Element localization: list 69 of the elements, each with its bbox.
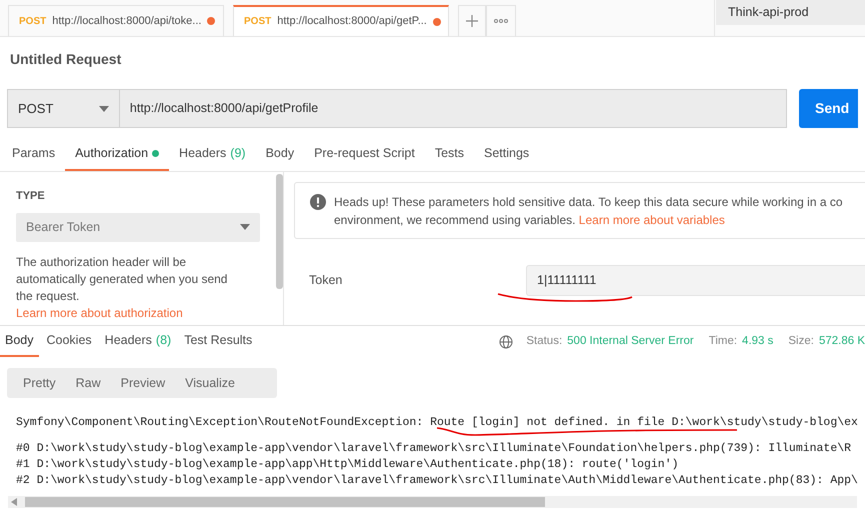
auth-type-select[interactable]: Bearer Token [16, 212, 260, 242]
token-field[interactable]: 1|11111111 [526, 265, 865, 296]
scroll-left-icon[interactable] [11, 498, 17, 506]
tab-count: (8) [156, 332, 172, 350]
request-title: Untitled Request [9, 50, 122, 69]
tab-label: Settings [484, 145, 530, 162]
more-icon [494, 19, 508, 23]
section-tab[interactable]: Tests [424, 138, 474, 171]
tab-count: (9) [230, 145, 246, 162]
method-label: POST [19, 14, 46, 28]
send-button[interactable]: Send [799, 89, 858, 128]
tab-label: Params [12, 145, 56, 162]
view-mode-button[interactable]: Visualize [175, 371, 245, 395]
view-mode-button[interactable]: Preview [110, 371, 176, 395]
time-value: 4.93 s [742, 334, 774, 349]
caret-icon [98, 106, 109, 112]
tab-label: Headers [104, 332, 152, 350]
scrollbar[interactable] [276, 174, 283, 289]
more-tabs-button[interactable] [486, 5, 516, 36]
request-tab[interactable]: POST http://localhost:8000/api/toke... [8, 5, 224, 36]
time-label: Time: [708, 334, 738, 349]
scrollbar-thumb[interactable] [25, 497, 545, 507]
auth-description: The authorization header will be automatically generated when you send the request. Learn more about authorization [16, 254, 228, 322]
environment-select[interactable]: Think-api-prod [716, 0, 865, 25]
output-line: Symfony\Component\Routing\Exception\RouteNotFoundException: Route [login] not defined. in file D:\work\study\study-blog\ex [16, 415, 859, 431]
output-line: #1 D:\work\study\study-blog\example-app\app\Http\Middleware\Authenticate.php(18): route('login') [16, 457, 680, 473]
token-label: Token [309, 272, 344, 290]
section-tab[interactable]: Params [2, 138, 66, 171]
tab-label: Tests [434, 145, 464, 162]
tab-label: Body [266, 145, 294, 162]
output-line: #0 D:\work\study\study-blog\example-app\vendor\laravel\framework\src\Illuminate\Foundation\helpers.php(739): Illuminate\R [16, 441, 852, 457]
tab-label: Body [5, 332, 34, 350]
view-mode-button[interactable]: Raw [66, 371, 111, 395]
output-line: #2 D:\work\study\study-blog\example-app\vendor\laravel\framework\src\Illuminate\Auth\Middleware\Authenticate.php(83): App\ [16, 473, 859, 489]
section-tab[interactable]: Authorization [65, 138, 170, 171]
tab-url: http://localhost:8000/api/toke... [52, 14, 202, 29]
method-value: POST [18, 100, 54, 118]
plus-icon [466, 15, 478, 27]
size-value: 572.86 K [818, 334, 865, 349]
auth-type-value: Bearer Token [26, 218, 100, 236]
url-field[interactable]: http://localhost:8000/api/getProfile [120, 89, 787, 128]
tab-label: Cookies [46, 332, 92, 350]
section-tab[interactable]: Pre-request Script [304, 138, 425, 171]
warning-icon [310, 194, 326, 210]
status-value: 500 Internal Server Error [567, 334, 694, 349]
method-label: POST [244, 15, 272, 29]
caret-icon [240, 224, 250, 230]
section-tab[interactable]: Body [256, 138, 304, 171]
response-tab[interactable]: Cookies [42, 326, 97, 357]
section-tab[interactable]: Headers (9) [169, 138, 256, 171]
tab-label: Pre-request Script [314, 145, 415, 162]
tab-label: Headers [179, 145, 226, 162]
response-tab[interactable]: Headers (8) [100, 326, 176, 357]
notice-text: Heads up! These parameters hold sensitive data. To keep this data secure while working in a co environment, we recommend using variables. Learn more about variables [334, 194, 844, 229]
view-mode-button[interactable]: Pretty [13, 371, 66, 395]
new-tab-button[interactable] [458, 5, 486, 36]
horizontal-scrollbar[interactable] [8, 496, 857, 508]
response-tab[interactable]: Body [0, 326, 38, 357]
tab-label: Authorization [75, 145, 148, 162]
section-tab[interactable]: Settings [474, 138, 540, 171]
globe-icon[interactable] [499, 334, 514, 348]
request-tab[interactable]: POST http://localhost:8000/api/getP... [233, 5, 449, 36]
response-tab[interactable]: Test Results [179, 326, 258, 357]
type-label: TYPE [16, 189, 46, 204]
tab-label: Test Results [184, 332, 252, 350]
tab-url: http://localhost:8000/api/getP... [277, 14, 427, 30]
size-label: Size: [788, 334, 814, 349]
method-select[interactable]: POST [7, 89, 120, 128]
status-label: Status: [526, 334, 562, 349]
